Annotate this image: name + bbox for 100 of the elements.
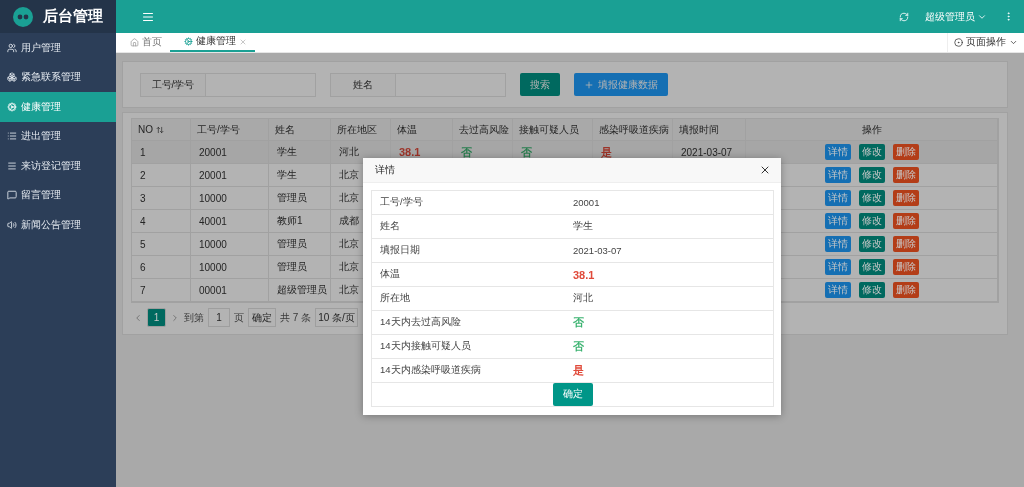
edit-button[interactable]: 修改 — [858, 167, 885, 183]
table-cell: 7 — [132, 279, 191, 302]
column-header: 去过高风险 — [453, 119, 513, 141]
home-icon — [130, 38, 139, 47]
detail-value: 2021-03-07 — [573, 245, 622, 256]
search-field[interactable]: 姓名 — [330, 72, 506, 97]
edit-button[interactable]: 修改 — [858, 144, 885, 160]
table-cell: 管理员 — [269, 256, 331, 279]
delete-button[interactable]: 删除 — [892, 213, 919, 229]
delete-button[interactable]: 删除 — [892, 236, 919, 252]
details-button[interactable]: 详情 — [824, 190, 851, 206]
table-cell: 1 — [132, 141, 191, 164]
column-header[interactable]: NO — [132, 119, 191, 141]
boxes-icon — [7, 72, 17, 83]
total-count: 共 7 条 — [280, 310, 312, 325]
detail-label: 14天内去过高风险 — [379, 315, 462, 329]
menu-icon — [7, 160, 17, 171]
sidebar-item[interactable]: 健康管理 — [0, 92, 116, 122]
edit-button[interactable]: 修改 — [858, 190, 885, 206]
edit-button[interactable]: 修改 — [858, 236, 885, 252]
table-cell: 5 — [132, 233, 191, 256]
details-button[interactable]: 详情 — [824, 236, 851, 252]
delete-button[interactable]: 删除 — [892, 259, 919, 275]
delete-button[interactable]: 删除 — [892, 190, 919, 206]
sidebar-item[interactable]: 新闻公告管理 — [0, 210, 116, 240]
caret-icon — [1009, 38, 1018, 47]
delete-button[interactable]: 删除 — [892, 282, 919, 298]
refresh-icon[interactable] — [899, 11, 909, 22]
detail-value: 38.1 — [573, 268, 595, 281]
list-icon — [7, 131, 17, 142]
page-button[interactable]: 1 — [147, 308, 166, 327]
user-menu[interactable]: 超级管理员 — [925, 9, 987, 24]
sidebar-item[interactable]: 用户管理 — [0, 33, 116, 63]
details-button[interactable]: 详情 — [824, 144, 851, 160]
table-cell: 20001 — [191, 164, 269, 187]
table-cell: 4 — [132, 210, 191, 233]
chat-icon — [7, 190, 17, 201]
detail-value: 否 — [573, 315, 584, 330]
delete-button[interactable]: 删除 — [892, 144, 919, 160]
table-cell: 10000 — [191, 187, 269, 210]
column-header: 操作 — [746, 119, 998, 141]
add-button[interactable]: 填报健康数据 — [574, 73, 668, 96]
table-cell: 学生 — [269, 141, 331, 164]
table-cell: 6 — [132, 256, 191, 279]
edit-button[interactable]: 修改 — [858, 259, 885, 275]
search-button[interactable]: 搜索 — [520, 73, 560, 96]
details-button[interactable]: 详情 — [824, 282, 851, 298]
detail-label: 14天内接触可疑人员 — [379, 339, 472, 353]
plus-icon — [584, 79, 594, 90]
detail-value: 河北 — [573, 292, 593, 305]
table-cell: 3 — [132, 187, 191, 210]
edit-button[interactable]: 修改 — [858, 282, 885, 298]
close-icon[interactable] — [759, 164, 771, 176]
column-title: NO — [138, 124, 153, 135]
sort-icon[interactable] — [156, 125, 164, 134]
table-cell: 管理员 — [269, 187, 331, 210]
table-cell: 10000 — [191, 233, 269, 256]
sidebar-item[interactable]: 来访登记管理 — [0, 151, 116, 181]
app-title: 后台管理 — [43, 7, 103, 26]
table-cell: 40001 — [191, 210, 269, 233]
column-header: 工号/学号 — [191, 119, 269, 141]
detail-label: 14天内感染呼吸道疾病 — [379, 363, 482, 377]
edit-button[interactable]: 修改 — [858, 213, 885, 229]
details-button[interactable]: 详情 — [824, 213, 851, 229]
tab[interactable]: 首页 — [116, 33, 170, 52]
page-input[interactable]: 1 — [208, 308, 230, 327]
speaker-icon — [7, 219, 17, 230]
sidebar-item[interactable]: 留言管理 — [0, 180, 116, 210]
logo-icon — [13, 6, 33, 27]
ok-button[interactable]: 确定 — [552, 383, 593, 406]
detail-value: 否 — [573, 339, 584, 354]
sidebar-item[interactable]: 进出管理 — [0, 121, 116, 151]
users-icon — [7, 42, 17, 53]
page-actions-menu[interactable]: 页面操作 — [947, 33, 1024, 52]
confirm-button[interactable]: 确定 — [248, 308, 276, 327]
column-header: 感染呼吸道疾病 — [593, 119, 673, 141]
table-cell: 00001 — [191, 279, 269, 302]
details-button[interactable]: 详情 — [824, 259, 851, 275]
table-cell: 20001 — [191, 141, 269, 164]
table-cell: 管理员 — [269, 233, 331, 256]
table-cell: 学生 — [269, 164, 331, 187]
details-button[interactable]: 详情 — [824, 167, 851, 183]
delete-button[interactable]: 删除 — [892, 167, 919, 183]
detail-value: 20001 — [573, 197, 600, 208]
next-icon[interactable] — [170, 312, 180, 323]
sidebar-item[interactable]: 紧急联系管理 — [0, 62, 116, 92]
column-header: 姓名 — [269, 119, 331, 141]
table-cell: 10000 — [191, 256, 269, 279]
column-header: 体温 — [391, 119, 453, 141]
previous-icon[interactable] — [133, 312, 143, 323]
detail-value: 是 — [573, 363, 584, 378]
menu-icon[interactable] — [142, 10, 154, 23]
target-icon — [954, 38, 963, 47]
detail-value: 学生 — [573, 220, 593, 233]
search-field[interactable]: 工号/学号 — [140, 72, 316, 97]
page-size-select[interactable]: 10 条/页 — [315, 308, 358, 327]
gear-icon — [184, 37, 193, 46]
column-header: 所在地区 — [331, 119, 391, 141]
column-header: 接触可疑人员 — [513, 119, 593, 141]
table-cell: 2 — [132, 164, 191, 187]
